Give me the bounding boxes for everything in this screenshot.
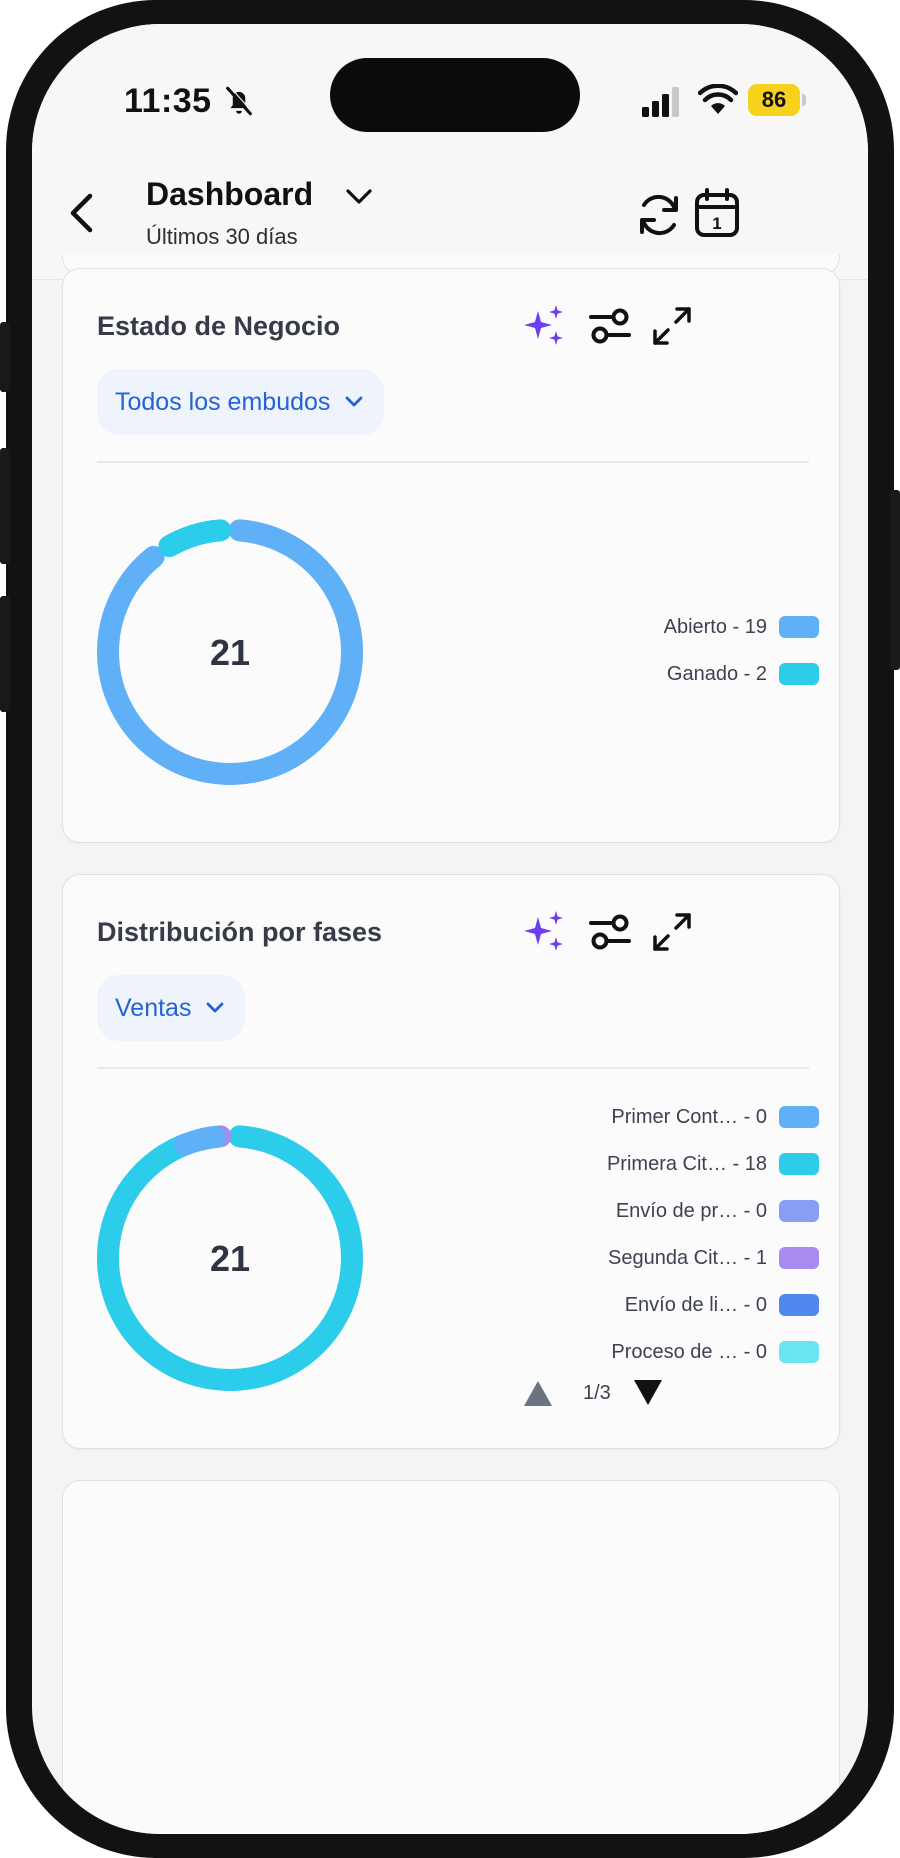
legend-swatch (779, 1294, 819, 1316)
legend-item[interactable]: Segunda Cit… - 1 (608, 1243, 819, 1273)
battery-indicator: 86 (748, 84, 800, 116)
chevron-left-icon[interactable] (62, 188, 102, 238)
donut-segment-ganado (158, 519, 232, 558)
funnel-dropdown-label: Todos los embudos (115, 387, 331, 416)
legend-item[interactable]: Abierto - 19 (664, 612, 819, 642)
status-time: 11:35 (124, 82, 212, 120)
refresh-icon[interactable] (632, 188, 686, 242)
wifi-icon (698, 84, 738, 114)
sliders-icon[interactable] (587, 303, 633, 349)
donut-total: 21 (209, 632, 251, 673)
divider (97, 461, 809, 463)
legend-swatch (779, 1341, 819, 1363)
expand-icon[interactable] (649, 909, 695, 955)
next-card (62, 1480, 840, 1834)
pipeline-dropdown[interactable]: Ventas (97, 975, 246, 1041)
divider (97, 1067, 809, 1069)
legend-label: Segunda Cit… - 1 (608, 1246, 767, 1269)
legend-label: Primera Cit… - 18 (606, 1152, 767, 1175)
legend-swatch (779, 1200, 819, 1222)
pipeline-dropdown-label: Ventas (115, 993, 192, 1022)
legend-label: Envío de li… - 0 (624, 1293, 767, 1316)
legend-item[interactable]: Primera Cit… - 18 (607, 1149, 819, 1179)
card-title: Estado de Negocio (97, 311, 341, 341)
legend-item[interactable]: Envío de li… - 0 (625, 1290, 819, 1320)
status-bar: 11:35 86 (32, 24, 868, 154)
legend-item[interactable]: Envío de pr… - 0 (616, 1196, 819, 1226)
chevron-down-icon (346, 396, 363, 407)
legend-swatch (779, 1153, 819, 1175)
sliders-icon[interactable] (587, 909, 633, 955)
power-button (890, 490, 900, 670)
cellular-signal-icon (642, 87, 679, 117)
legend-swatch (779, 1106, 819, 1128)
sparkle-icon[interactable] (521, 303, 567, 349)
dynamic-island (330, 58, 580, 132)
distribucion-fases-card: Distribución por fases Ventas 21 1/3 Pri… (62, 874, 840, 1449)
legend-item[interactable]: Ganado - 2 (667, 659, 819, 689)
battery-cap (802, 94, 806, 106)
donut-segment-primer-cont (173, 1125, 227, 1156)
volume-down-button (0, 596, 10, 712)
mute-switch (0, 322, 10, 392)
legend-label: Envío de pr… - 0 (615, 1199, 767, 1222)
chevron-down-icon[interactable] (342, 182, 376, 212)
date-range-label: Últimos 30 días (146, 224, 298, 249)
estado-negocio-card: Estado de Negocio Todos los embudos 21 A… (62, 268, 840, 843)
legend-pager: 1/3 (523, 1373, 663, 1413)
legend-label: Ganado - 2 (666, 662, 767, 685)
expand-icon[interactable] (649, 303, 695, 349)
sparkle-icon[interactable] (521, 909, 567, 955)
page-title[interactable]: Dashboard (146, 176, 313, 213)
legend-swatch (779, 1247, 819, 1269)
volume-up-button (0, 448, 10, 564)
pager-text: 1/3 (583, 1381, 611, 1404)
legend-label: Primer Cont… - 0 (611, 1105, 767, 1128)
funnel-dropdown[interactable]: Todos los embudos (97, 369, 385, 435)
bell-muted-icon (226, 86, 253, 116)
legend-item[interactable]: Proceso de … - 0 (611, 1337, 819, 1367)
legend-label: Abierto - 19 (663, 615, 767, 638)
triangle-up-icon[interactable] (523, 1378, 553, 1408)
chevron-down-icon (207, 1002, 224, 1013)
card-title: Distribución por fases (97, 917, 383, 947)
calendar-icon[interactable]: 1 (692, 186, 742, 240)
legend-swatch (779, 616, 819, 638)
calendar-day-number: 1 (712, 214, 721, 233)
app-screen: 11:35 86 Dashboard Últimos 30 días 1 Est… (32, 24, 868, 1834)
legend-item[interactable]: Primer Cont… - 0 (611, 1102, 819, 1132)
donut-total: 21 (209, 1238, 251, 1279)
triangle-down-icon[interactable] (633, 1378, 663, 1408)
legend-swatch (779, 663, 819, 685)
phone-frame: 11:35 86 Dashboard Últimos 30 días 1 Est… (0, 0, 900, 1858)
legend-label: Proceso de … - 0 (611, 1340, 767, 1363)
